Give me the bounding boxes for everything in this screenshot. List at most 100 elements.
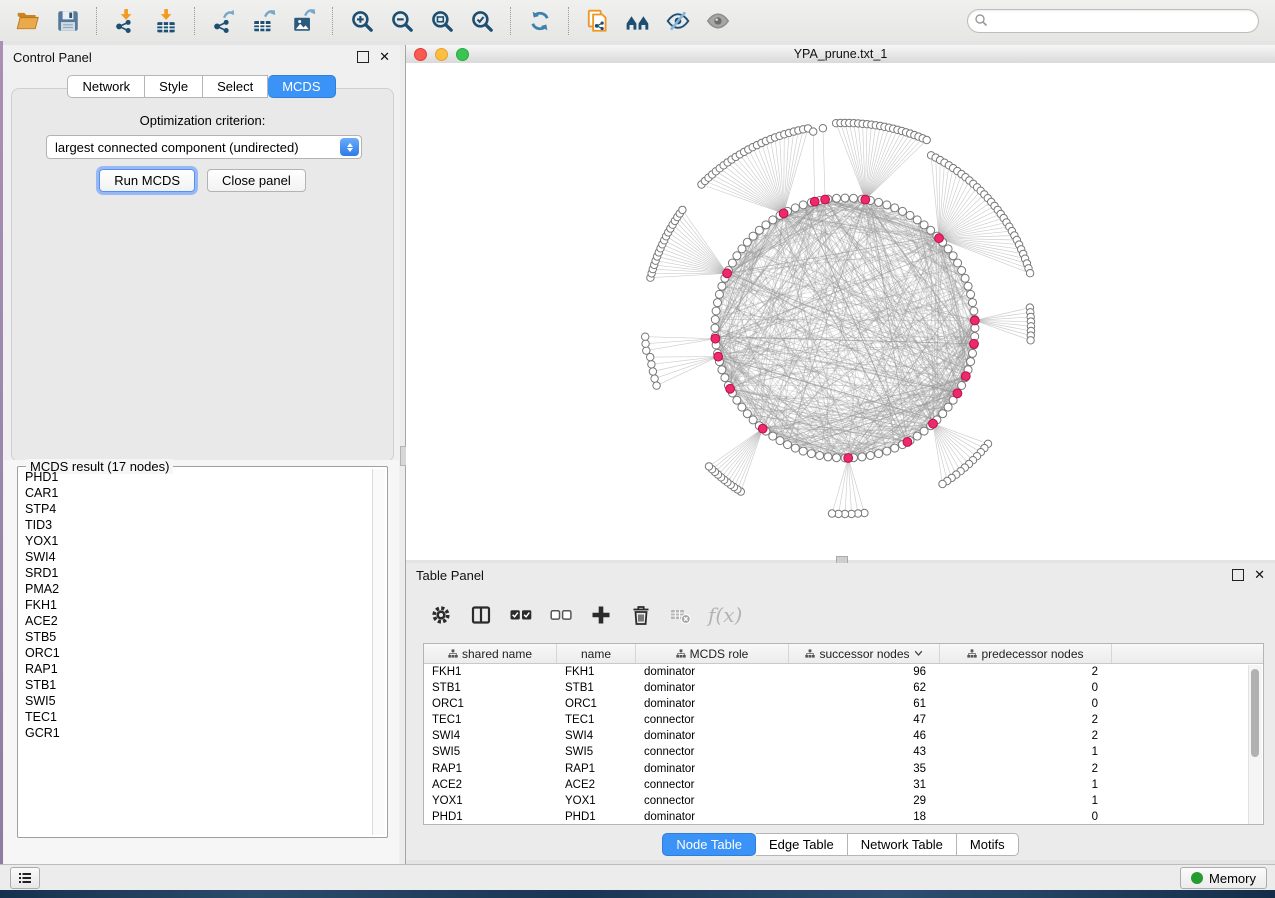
table-row[interactable]: RAP1RAP1dominator352: [424, 761, 1263, 777]
mcds-result-item[interactable]: STB5: [20, 629, 372, 645]
table-row[interactable]: SWI5SWI5connector431: [424, 744, 1263, 760]
network-window-titlebar[interactable]: YPA_prune.txt_1: [406, 45, 1275, 64]
mcds-result-item[interactable]: TEC1: [20, 709, 372, 725]
run-mcds-button[interactable]: Run MCDS: [99, 169, 195, 192]
delete-column-button[interactable]: [628, 602, 654, 628]
close-panel-button[interactable]: Close panel: [207, 169, 306, 192]
mcds-list-scrollbar[interactable]: [372, 469, 385, 835]
tab-select[interactable]: Select: [203, 75, 268, 98]
control-panel-titlebar: Control Panel ✕: [3, 45, 400, 69]
table-cell: 2: [940, 728, 1112, 744]
import-network-button[interactable]: [110, 5, 142, 37]
column-header-successor-nodes[interactable]: successor nodes: [789, 644, 940, 663]
table-row[interactable]: ACE2ACE2connector311: [424, 777, 1263, 793]
column-header-mcds-role[interactable]: MCDS role: [636, 644, 789, 663]
import-table-button[interactable]: [150, 5, 182, 37]
mcds-result-item[interactable]: CAR1: [20, 485, 372, 501]
mcds-result-item[interactable]: ORC1: [20, 645, 372, 661]
birds-eye-button[interactable]: [622, 5, 654, 37]
criterion-select[interactable]: largest connected component (undirected): [46, 135, 362, 159]
tab-style[interactable]: Style: [145, 75, 203, 98]
deselect-all-columns-button[interactable]: [548, 602, 574, 628]
mcds-result-item[interactable]: SWI5: [20, 693, 372, 709]
mcds-result-item[interactable]: GCR1: [20, 725, 372, 741]
desktop-background: [0, 890, 1275, 898]
mcds-node: [810, 197, 819, 206]
criterion-selected-value: largest connected component (undirected): [47, 140, 340, 155]
table-panel-title: Table Panel: [416, 568, 484, 583]
table-cell: 47: [789, 712, 940, 728]
column-header-predecessor-nodes[interactable]: predecessor nodes: [940, 644, 1112, 663]
mcds-result-item[interactable]: YOX1: [20, 533, 372, 549]
import-table-icon: [153, 8, 179, 34]
mcds-node: [714, 352, 723, 361]
zoom-in-button[interactable]: [346, 5, 378, 37]
create-column-button[interactable]: [588, 602, 614, 628]
network-canvas[interactable]: [406, 63, 1275, 560]
export-table-button[interactable]: [248, 5, 280, 37]
open-folder-button[interactable]: [12, 5, 44, 37]
table-cell: RAP1: [557, 761, 636, 777]
table-panel-titlebar: Table Panel ✕: [406, 563, 1275, 587]
table-body: FKH1FKH1dominator962STB1STB1dominator620…: [424, 664, 1263, 825]
column-header-name[interactable]: name: [557, 644, 636, 663]
mcds-result-item[interactable]: FKH1: [20, 597, 372, 613]
table-row[interactable]: SWI4SWI4dominator462: [424, 728, 1263, 744]
mcds-result-item[interactable]: SRD1: [20, 565, 372, 581]
show-column-panel-button[interactable]: [468, 602, 494, 628]
close-panel-icon[interactable]: ✕: [379, 52, 390, 62]
tab-edge-table[interactable]: Edge Table: [756, 833, 848, 856]
mcds-result-list: PHD1CAR1STP4TID3YOX1SWI4SRD1PMA2FKH1ACE2…: [20, 469, 372, 835]
float-panel-icon[interactable]: [357, 51, 369, 63]
table-cell: 46: [789, 728, 940, 744]
save-button[interactable]: [52, 5, 84, 37]
table-row[interactable]: FKH1FKH1dominator962: [424, 664, 1263, 680]
zoom-selected-button[interactable]: [466, 5, 498, 37]
close-panel-icon[interactable]: ✕: [1254, 570, 1265, 580]
zoom-out-button[interactable]: [386, 5, 418, 37]
table-cell: dominator: [636, 680, 789, 696]
zoom-fit-button[interactable]: [426, 5, 458, 37]
show-all-button[interactable]: [702, 5, 734, 37]
mcds-result-item[interactable]: TID3: [20, 517, 372, 533]
tab-motifs[interactable]: Motifs: [957, 833, 1019, 856]
export-network-button[interactable]: [208, 5, 240, 37]
refresh-button[interactable]: [524, 5, 556, 37]
float-panel-icon[interactable]: [1232, 569, 1244, 581]
mcds-result-item[interactable]: SWI4: [20, 549, 372, 565]
mcds-result-item[interactable]: STB1: [20, 677, 372, 693]
table-cell: PHD1: [557, 809, 636, 825]
column-header-shared-name[interactable]: shared name: [424, 644, 557, 663]
tab-network[interactable]: Network: [67, 75, 145, 98]
table-cell: 61: [789, 696, 940, 712]
table-scrollbar-thumb[interactable]: [1251, 669, 1259, 757]
tab-node-table[interactable]: Node Table: [662, 833, 756, 856]
control-panel-tabs: NetworkStyleSelectMCDS: [3, 75, 400, 98]
table-scrollbar[interactable]: [1248, 665, 1262, 824]
export-image-button[interactable]: [288, 5, 320, 37]
table-row[interactable]: YOX1YOX1connector291: [424, 793, 1263, 809]
plus-icon: [589, 603, 613, 627]
mcds-result-item[interactable]: ACE2: [20, 613, 372, 629]
mcds-node: [779, 209, 788, 218]
select-all-columns-button[interactable]: [508, 602, 534, 628]
tab-network-table[interactable]: Network Table: [848, 833, 957, 856]
mcds-result-item[interactable]: PMA2: [20, 581, 372, 597]
hide-selected-button[interactable]: [662, 5, 694, 37]
control-panel: Control Panel ✕ NetworkStyleSelectMCDS O…: [3, 45, 401, 865]
share-document-button[interactable]: [582, 5, 614, 37]
tab-mcds[interactable]: MCDS: [268, 75, 335, 98]
search-input[interactable]: [967, 9, 1259, 33]
table-cell: dominator: [636, 728, 789, 744]
mcds-result-item[interactable]: STP4: [20, 501, 372, 517]
mcds-result-item[interactable]: RAP1: [20, 661, 372, 677]
table-row[interactable]: STB1STB1dominator620: [424, 680, 1263, 696]
table-row[interactable]: ORC1ORC1dominator610: [424, 696, 1263, 712]
table-cell: 1: [940, 793, 1112, 809]
table-settings-button[interactable]: [428, 602, 454, 628]
show-panels-button[interactable]: [10, 867, 40, 889]
memory-button[interactable]: Memory: [1180, 867, 1267, 889]
mcds-result-item[interactable]: PHD1: [20, 469, 372, 485]
table-row[interactable]: TEC1TEC1connector472: [424, 712, 1263, 728]
table-row[interactable]: PHD1PHD1dominator180: [424, 809, 1263, 825]
